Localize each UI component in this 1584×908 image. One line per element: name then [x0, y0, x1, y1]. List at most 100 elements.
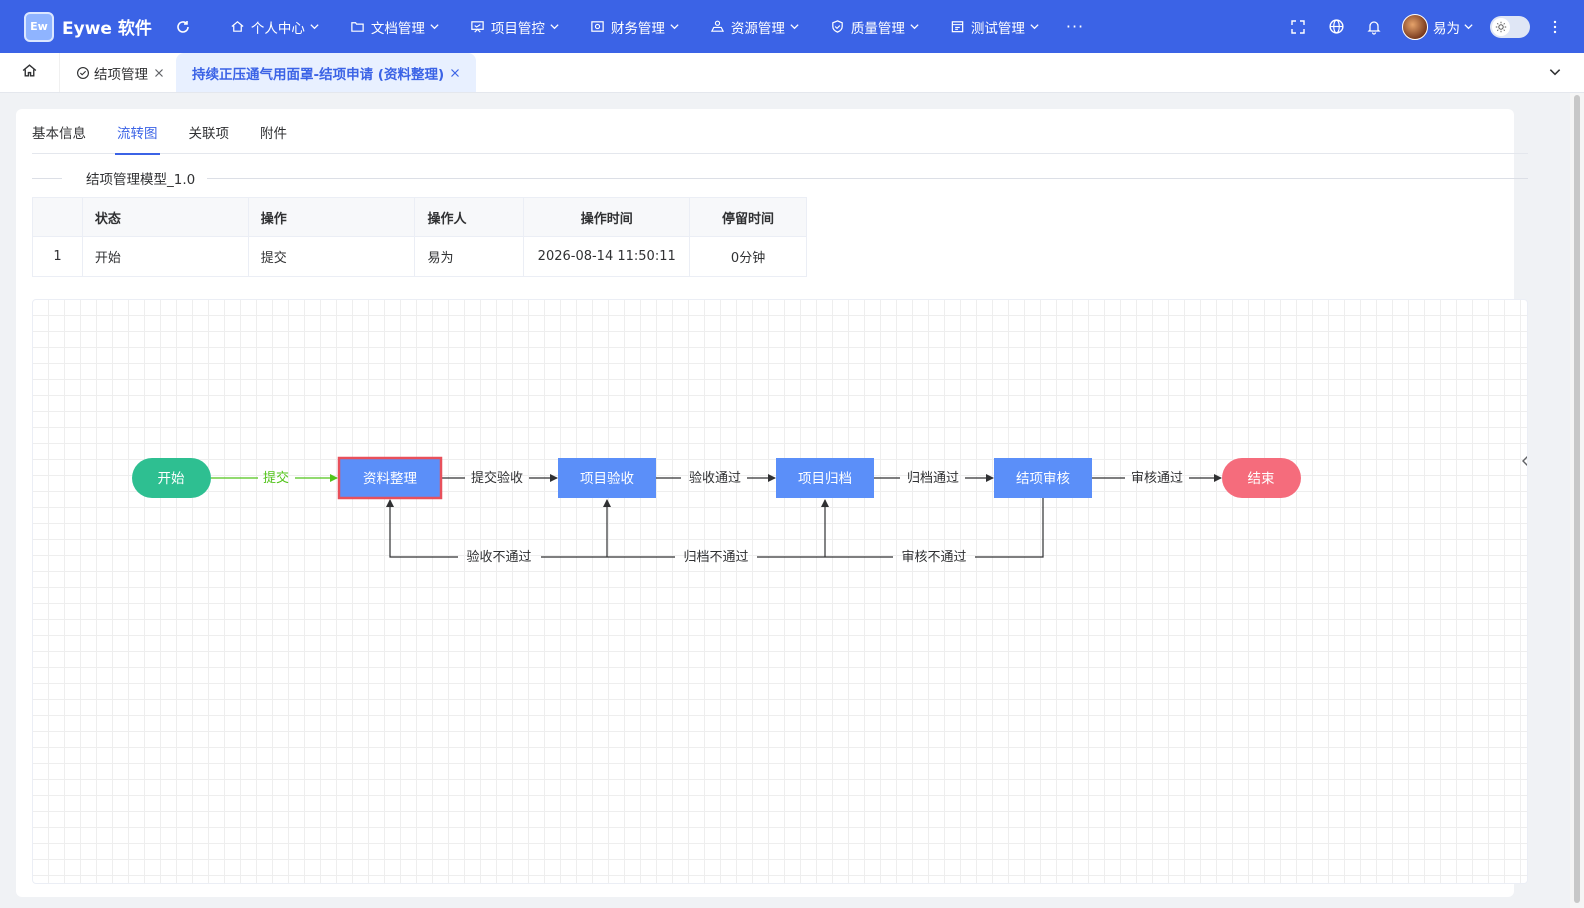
cell-stay-time: 0分钟 — [689, 236, 807, 277]
chevron-down-icon — [669, 21, 680, 32]
edge-review-fail: 审核不通过 — [821, 498, 1044, 565]
node-label-archive: 项目归档 — [798, 470, 852, 487]
tab-flow-chart[interactable]: 流转图 — [115, 123, 159, 155]
divider-line — [32, 177, 62, 179]
close-icon[interactable] — [450, 68, 460, 78]
menu-document-management[interactable]: 文档管理 — [350, 17, 440, 37]
globe-icon[interactable] — [1326, 17, 1346, 37]
edge-label-review-pass: 审核通过 — [1131, 471, 1183, 486]
sun-icon — [1492, 17, 1510, 36]
chevron-down-icon — [309, 21, 320, 32]
tab-basic-info[interactable]: 基本信息 — [32, 123, 86, 154]
app-name: Eywe 软件 — [62, 19, 152, 39]
node-label-acceptance: 项目验收 — [580, 471, 634, 487]
home-tab[interactable] — [0, 53, 60, 92]
tab-label: 持续正压通气用面罩-结项申请 (资料整理) — [192, 66, 445, 83]
app-logo[interactable]: Ew Eywe 软件 — [24, 11, 152, 42]
cell-status: 开始 — [82, 236, 249, 277]
more-menu-button[interactable]: ··· — [1066, 17, 1084, 36]
check-circle-icon — [76, 66, 90, 80]
model-title-divider: 结项管理模型_1.0 — [32, 169, 1528, 188]
tab-closure-management[interactable]: 结项管理 — [64, 53, 176, 92]
finance-icon — [590, 19, 606, 35]
divider-line — [207, 177, 1528, 179]
fullscreen-icon[interactable] — [1288, 17, 1308, 37]
col-header-status: 状态 — [82, 197, 249, 237]
edge-acceptance-pass: 验收通过 — [656, 470, 776, 486]
node-label-start: 开始 — [158, 471, 185, 487]
model-title: 结项管理模型_1.0 — [86, 172, 196, 188]
user-name[interactable]: 易为 — [1433, 17, 1460, 37]
menu-quality-management[interactable]: 质量管理 — [830, 17, 920, 37]
page-scrollbar[interactable] — [1570, 93, 1584, 908]
col-header-operation-time: 操作时间 — [523, 197, 691, 237]
edge-label-review-fail: 审核不通过 — [901, 550, 966, 565]
table-header-row: 状态 操作 操作人 操作时间 停留时间 — [32, 197, 807, 237]
edge-label-archive-fail: 归档不通过 — [683, 550, 748, 565]
menu-resource-management[interactable]: 资源管理 — [710, 17, 800, 37]
node-label-organize: 资料整理 — [363, 471, 417, 487]
tab-related-items[interactable]: 关联项 — [189, 123, 230, 154]
cell-operation-time: 2026-08-14 11:50:11 — [523, 236, 691, 277]
menu-personal-center[interactable]: 个人中心 — [230, 17, 320, 37]
node-label-end: 结束 — [1248, 471, 1276, 487]
menu-project-control[interactable]: 项目管控 — [470, 17, 560, 37]
project-icon — [470, 19, 486, 35]
theme-toggle[interactable] — [1490, 15, 1530, 38]
shield-icon — [830, 19, 846, 35]
node-acceptance[interactable]: 项目验收 — [558, 458, 656, 498]
bell-icon[interactable] — [1364, 17, 1384, 37]
avatar[interactable] — [1402, 13, 1428, 40]
edge-review-pass: 审核通过 — [1092, 471, 1222, 486]
node-label-review: 结项审核 — [1016, 471, 1070, 487]
menu-finance-management[interactable]: 财务管理 — [590, 17, 680, 37]
scrollbar-thumb[interactable] — [1574, 95, 1580, 903]
more-vertical-icon[interactable] — [1548, 20, 1562, 34]
chevron-down-icon[interactable] — [1548, 65, 1562, 83]
col-header-index — [32, 197, 83, 237]
tab-closure-application[interactable]: 持续正压通气用面罩-结项申请 (资料整理) — [176, 53, 477, 92]
page-tab-bar: 结项管理 持续正压通气用面罩-结项申请 (资料整理) — [0, 53, 1584, 93]
node-review[interactable]: 结项审核 — [994, 458, 1092, 498]
folder-icon — [350, 19, 366, 35]
col-header-operation: 操作 — [248, 197, 416, 237]
chevron-down-icon[interactable] — [1463, 21, 1474, 32]
logo-mark: Ew — [24, 11, 54, 42]
tab-label: 结项管理 — [94, 66, 148, 83]
calendar-icon — [950, 19, 966, 35]
chevron-down-icon — [789, 21, 800, 32]
edge-acceptance-fail: 验收不通过 — [386, 499, 607, 565]
menu-label: 财务管理 — [610, 20, 665, 37]
resource-icon — [710, 19, 726, 35]
home-icon — [230, 19, 246, 35]
chevron-down-icon — [549, 21, 560, 32]
flow-diagram: 提交 提交验收 验收通过 归档通过 审核通过 验收不通过 归档不通过 审核不通过… — [132, 456, 1301, 565]
main-menu: 个人中心 文档管理 项目管控 财务管理 资源管理 质量管理 测试管理 ··· — [230, 17, 1114, 37]
detail-tabs: 基本信息 流转图 关联项 附件 — [32, 123, 1528, 155]
edge-label-archive-pass: 归档通过 — [907, 471, 959, 486]
edge-label-acceptance-pass: 验收通过 — [689, 470, 741, 486]
edge-submit: 提交 — [211, 470, 338, 486]
node-archive[interactable]: 项目归档 — [776, 458, 874, 498]
refresh-icon[interactable] — [174, 18, 192, 36]
top-nav-bar: Ew Eywe 软件 个人中心 文档管理 项目管控 财务管理 资源管理 质量管理… — [0, 0, 1584, 53]
node-end[interactable]: 结束 — [1222, 458, 1301, 498]
col-header-stay-time: 停留时间 — [689, 197, 807, 237]
close-icon[interactable] — [154, 68, 164, 78]
menu-label: 测试管理 — [970, 20, 1025, 37]
cell-operator: 易为 — [414, 236, 525, 277]
menu-test-management[interactable]: 测试管理 — [950, 17, 1040, 37]
cell-index: 1 — [32, 236, 83, 277]
menu-label: 资源管理 — [730, 20, 785, 37]
flow-diagram-canvas[interactable]: 提交 提交验收 验收通过 归档通过 审核通过 验收不通过 归档不通过 审核不通过… — [32, 299, 1528, 884]
edge-archive-pass: 归档通过 — [874, 471, 994, 486]
tab-attachments[interactable]: 附件 — [260, 123, 287, 154]
table-row: 1 开始 提交 易为 2026-08-14 11:50:11 0分钟 — [32, 236, 807, 277]
menu-label: 质量管理 — [850, 20, 905, 37]
menu-label: 个人中心 — [250, 20, 305, 37]
node-organize-current[interactable]: 资料整理 — [337, 456, 443, 500]
chevron-down-icon — [1029, 21, 1040, 32]
node-start[interactable]: 开始 — [132, 458, 211, 498]
chevron-down-icon — [429, 21, 440, 32]
chevron-down-icon — [909, 21, 920, 32]
